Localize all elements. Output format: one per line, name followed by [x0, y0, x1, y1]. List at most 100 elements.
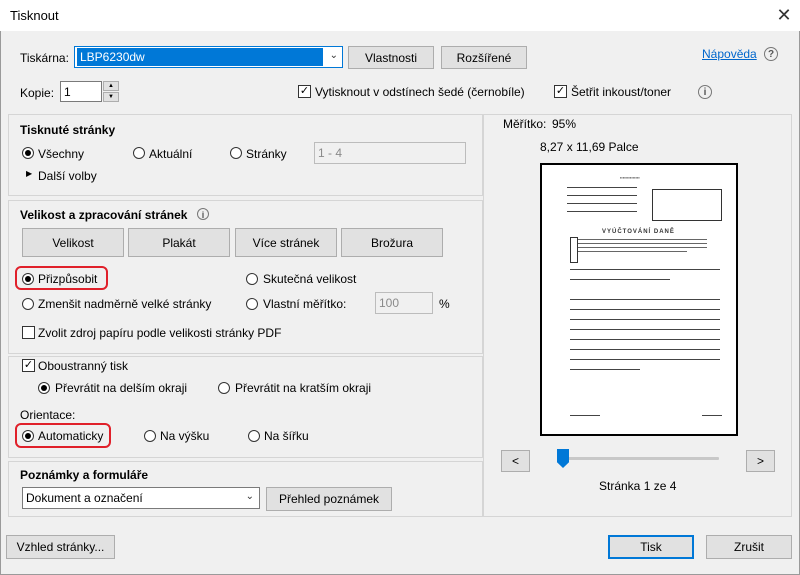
next-page-button[interactable]: > [746, 450, 775, 472]
preview-header-text: ▪▪▪▪▪▪▪▪▪▪▪▪▪▪ [620, 175, 640, 180]
properties-button[interactable]: Vlastnosti [348, 46, 434, 69]
preview-box [652, 189, 722, 221]
preview-line [567, 187, 637, 188]
custom-scale-radio[interactable] [246, 298, 258, 310]
grayscale-label: Vytisknout v odstínech šedé (černobíle) [315, 85, 525, 99]
preview-box [570, 237, 578, 263]
printer-label: Tiskárna: [20, 51, 69, 65]
short-edge-radio[interactable] [218, 382, 230, 394]
portrait-radio[interactable] [144, 430, 156, 442]
expand-triangle-icon[interactable]: ▶ [26, 169, 32, 178]
short-edge-label: Převrátit na kratším okraji [235, 381, 372, 395]
shrink-label: Zmenšit nadměrně velké stránky [38, 297, 212, 311]
cancel-button[interactable]: Zrušit [706, 535, 792, 559]
preview-line [577, 239, 707, 240]
paper-source-label: Zvolit zdroj papíru podle velikosti strá… [38, 326, 282, 340]
page-preview: ▪▪▪▪▪▪▪▪▪▪▪▪▪▪ VYÚČTOVÁNÍ DANĚ [540, 163, 738, 436]
auto-orientation-radio[interactable] [22, 430, 34, 442]
chevron-down-icon: ⌄ [245, 491, 254, 502]
preview-line [570, 299, 720, 300]
fit-radio[interactable] [22, 273, 34, 285]
preview-line [570, 339, 720, 340]
preview-line [570, 359, 720, 360]
duplex-label: Oboustranný tisk [38, 359, 129, 373]
page-status: Stránka 1 ze 4 [599, 479, 677, 493]
close-icon[interactable]: ✕ [772, 3, 796, 27]
preview-line [567, 195, 637, 196]
save-ink-label: Šetřit inkoust/toner [571, 85, 672, 99]
preview-line [570, 269, 720, 270]
pages-current-label: Aktuální [149, 147, 193, 161]
booklet-button[interactable]: Brožura [341, 228, 443, 257]
preview-doc-heading: VYÚČTOVÁNÍ DANĚ [602, 229, 675, 235]
portrait-label: Na výšku [160, 429, 210, 443]
help-link[interactable]: Nápověda [702, 47, 757, 61]
actual-size-label: Skutečná velikost [263, 272, 357, 286]
preview-line [567, 211, 637, 212]
preview-line [570, 369, 640, 370]
copies-label: Kopie: [20, 86, 55, 100]
preview-line [577, 247, 707, 248]
fit-label: Přizpůsobit [38, 272, 98, 286]
scale-value: 95% [552, 117, 577, 131]
orientation-label: Orientace: [20, 408, 76, 422]
percent-sign: % [439, 297, 450, 311]
actual-size-radio[interactable] [246, 273, 258, 285]
preview-line [570, 309, 720, 310]
page-slider-track[interactable] [557, 457, 719, 460]
notes-selected-value: Dokument a označení [26, 491, 143, 505]
pages-all-label: Všechny [38, 147, 85, 161]
custom-scale-label: Vlastní měřítko: [263, 297, 347, 311]
print-button[interactable]: Tisk [608, 535, 694, 559]
preview-line [570, 415, 600, 416]
printer-select[interactable]: LBP6230dw ⌄ [74, 46, 343, 68]
more-options-link[interactable]: Další volby [38, 169, 97, 183]
preview-line [570, 279, 670, 280]
notes-select[interactable]: Dokument a označení ⌄ [22, 487, 260, 509]
preview-line [577, 251, 687, 252]
poster-button[interactable]: Plakát [128, 228, 230, 257]
preview-line [570, 319, 720, 320]
pages-range-radio[interactable] [230, 147, 242, 159]
pages-range-label: Stránky [246, 147, 287, 161]
copies-down-icon[interactable]: ▼ [103, 92, 119, 102]
pages-all-radio[interactable] [22, 147, 34, 159]
preview-line [570, 329, 720, 330]
sizing-info-icon[interactable]: i [197, 208, 209, 220]
preview-line [702, 415, 722, 416]
notes-section-title: Poznámky a formuláře [20, 468, 149, 482]
landscape-radio[interactable] [248, 430, 260, 442]
size-button[interactable]: Velikost [22, 228, 124, 257]
advanced-button[interactable]: Rozšířené [441, 46, 527, 69]
chevron-down-icon: ⌄ [329, 50, 338, 61]
save-ink-checkbox[interactable]: ✓ [554, 85, 567, 98]
pages-range-input[interactable]: 1 - 4 [314, 142, 466, 164]
notes-summary-button[interactable]: Přehled poznámek [266, 487, 392, 511]
pages-current-radio[interactable] [133, 147, 145, 159]
landscape-label: Na šířku [264, 429, 309, 443]
long-edge-radio[interactable] [38, 382, 50, 394]
paper-size: 8,27 x 11,69 Palce [540, 140, 639, 154]
auto-orientation-label: Automaticky [38, 429, 104, 443]
printer-selected-value: LBP6230dw [77, 48, 323, 66]
preview-line [577, 243, 707, 244]
grayscale-checkbox[interactable]: ✓ [298, 85, 311, 98]
shrink-radio[interactable] [22, 298, 34, 310]
copies-input[interactable]: 1 [60, 81, 102, 102]
preview-line [567, 203, 637, 204]
title-bar [0, 0, 800, 31]
paper-source-checkbox[interactable] [22, 326, 35, 339]
copies-up-icon[interactable]: ▲ [103, 81, 119, 91]
scale-label: Měřítko: [503, 117, 547, 131]
pages-section-title: Tisknuté stránky [20, 123, 116, 137]
custom-scale-input[interactable]: 100 [375, 292, 433, 314]
long-edge-label: Převrátit na delším okraji [55, 381, 188, 395]
info-icon[interactable]: i [698, 85, 712, 99]
window-title: Tisknout [10, 8, 59, 23]
prev-page-button[interactable]: < [501, 450, 530, 472]
multiple-pages-button[interactable]: Více stránek [235, 228, 337, 257]
duplex-checkbox[interactable]: ✓ [22, 359, 35, 372]
page-setup-button[interactable]: Vzhled stránky... [6, 535, 115, 559]
help-icon[interactable]: ? [764, 47, 778, 61]
preview-line [570, 349, 720, 350]
